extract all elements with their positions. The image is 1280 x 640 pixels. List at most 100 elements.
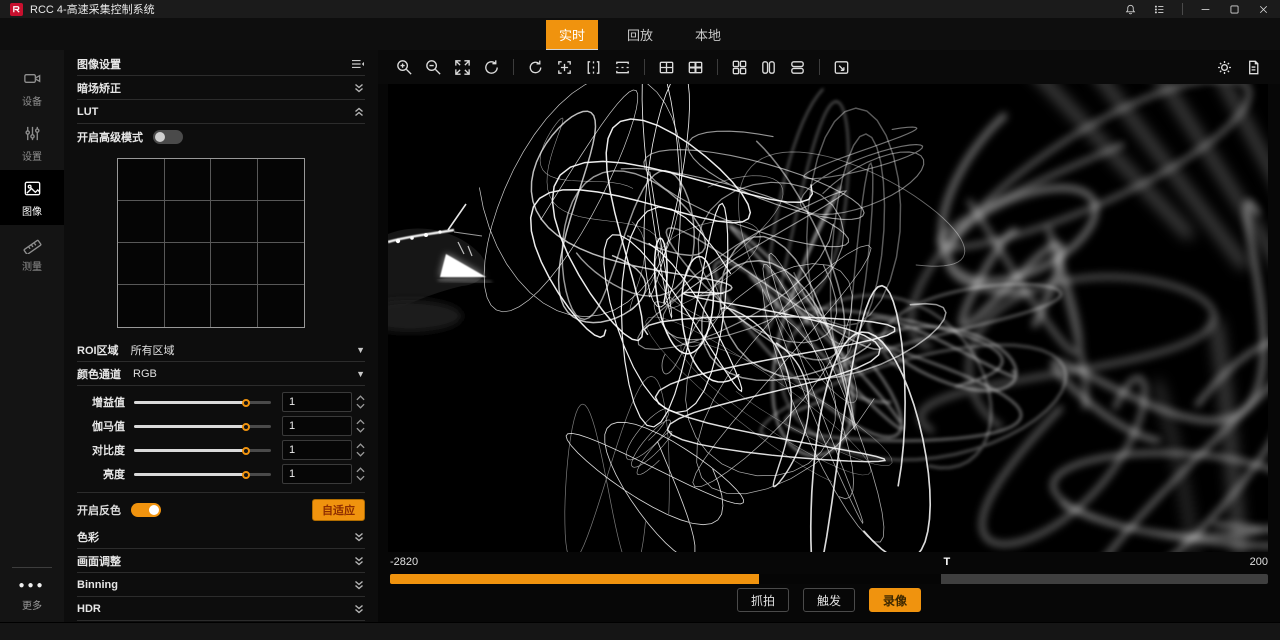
timeline-remainder bbox=[941, 574, 1269, 584]
menu-list-icon[interactable] bbox=[1153, 3, 1166, 16]
advanced-mode-toggle[interactable] bbox=[153, 130, 183, 144]
panel-header: 图像设置 bbox=[77, 52, 365, 76]
flip-horizontal-icon[interactable] bbox=[579, 54, 608, 80]
contrast-stepper[interactable] bbox=[356, 443, 365, 457]
section-lut[interactable]: LUT bbox=[77, 100, 365, 124]
sidebar-item-measure[interactable]: 测量 bbox=[0, 225, 64, 280]
tab-local[interactable]: 本地 bbox=[682, 20, 734, 49]
camera-icon bbox=[22, 68, 43, 89]
timeline-start-label: -2820 bbox=[390, 556, 418, 572]
tune-icon bbox=[22, 123, 43, 144]
chevron-double-up-icon bbox=[353, 106, 365, 118]
titlebar-separator bbox=[1182, 3, 1183, 15]
channel-select-row[interactable]: 颜色通道 RGB ▼ bbox=[77, 362, 365, 386]
image-settings-panel: 图像设置 暗场矫正 LUT 开启高级模式 ROI区域 所有区域 ▼ bbox=[64, 50, 378, 622]
zoom-out-icon[interactable] bbox=[419, 54, 448, 80]
grid-2x2-icon[interactable] bbox=[652, 54, 681, 80]
trigger-button[interactable]: 触发 bbox=[803, 588, 855, 612]
sidebar-divider bbox=[12, 567, 52, 568]
invert-toggle[interactable] bbox=[131, 503, 161, 517]
collapse-panel-icon[interactable] bbox=[351, 58, 365, 70]
tab-realtime[interactable]: 实时 bbox=[546, 20, 598, 49]
swap-view-icon[interactable] bbox=[827, 54, 856, 80]
gamma-slider-row: 伽马值 bbox=[77, 414, 365, 438]
sidebar-item-device[interactable]: 设备 bbox=[0, 60, 64, 115]
close-icon[interactable] bbox=[1257, 3, 1270, 16]
quad-view-icon[interactable] bbox=[725, 54, 754, 80]
gamma-input[interactable] bbox=[282, 416, 352, 436]
sidebar-rail: 设备 设置 图像 测量 ●●● 更多 bbox=[0, 50, 64, 622]
gain-input[interactable] bbox=[282, 392, 352, 412]
adaptive-button[interactable]: 自适应 bbox=[312, 499, 365, 521]
roi-select-value: 所有区域 bbox=[131, 342, 175, 358]
gain-slider[interactable] bbox=[134, 396, 271, 408]
app-window: RCC 4-高速采集控制系统 实时 回放 本地 设备 设置 图像 bbox=[0, 0, 1280, 640]
section-picture-adjust[interactable]: 画面调整 bbox=[77, 549, 365, 573]
gain-slider-row: 增益值 bbox=[77, 390, 365, 414]
main-view-area: -2820 T 200 抓拍 触发 录像 bbox=[378, 50, 1280, 622]
channel-select-value: RGB bbox=[133, 368, 157, 380]
contrast-input[interactable] bbox=[282, 440, 352, 460]
viewer-toolbar bbox=[378, 50, 1280, 84]
live-view-image bbox=[388, 84, 1268, 552]
brightness-slider-row: 亮度 bbox=[77, 462, 365, 486]
gamma-stepper[interactable] bbox=[356, 419, 365, 433]
bell-icon[interactable] bbox=[1124, 3, 1137, 16]
brightness-input[interactable] bbox=[282, 464, 352, 484]
roi-select-row[interactable]: ROI区域 所有区域 ▼ bbox=[77, 338, 365, 362]
file-info-icon[interactable] bbox=[1239, 54, 1268, 80]
gain-stepper[interactable] bbox=[356, 395, 365, 409]
zoom-in-icon[interactable] bbox=[390, 54, 419, 80]
center-target-icon[interactable] bbox=[550, 54, 579, 80]
ruler-icon bbox=[22, 233, 43, 254]
advanced-mode-row: 开启高级模式 bbox=[77, 124, 365, 150]
sidebar-item-image[interactable]: 图像 bbox=[0, 170, 64, 225]
invert-row: 开启反色 自适应 bbox=[77, 495, 365, 525]
settings-gear-icon[interactable] bbox=[1210, 54, 1239, 80]
maximize-icon[interactable] bbox=[1228, 3, 1241, 16]
panel-title: 图像设置 bbox=[77, 56, 121, 72]
live-view[interactable] bbox=[388, 84, 1268, 552]
chevron-double-down-icon bbox=[353, 82, 365, 94]
flip-vertical-icon[interactable] bbox=[608, 54, 637, 80]
section-color[interactable]: 色彩 bbox=[77, 525, 365, 549]
gamma-slider[interactable] bbox=[134, 420, 271, 432]
trigger-marker[interactable]: T bbox=[944, 556, 951, 568]
window-title: RCC 4-高速采集控制系统 bbox=[30, 1, 155, 17]
record-timeline: -2820 T 200 bbox=[378, 556, 1280, 584]
timeline-end-label: 200 bbox=[1250, 556, 1268, 572]
lut-curve-grid[interactable] bbox=[117, 158, 305, 328]
chevron-double-down-icon bbox=[353, 603, 365, 615]
split-horizontal-icon[interactable] bbox=[783, 54, 812, 80]
toolbar-separator bbox=[644, 59, 645, 75]
section-dark-field[interactable]: 暗场矫正 bbox=[77, 76, 365, 100]
chevron-double-down-icon bbox=[353, 555, 365, 567]
toolbar-separator bbox=[513, 59, 514, 75]
record-button[interactable]: 录像 bbox=[869, 588, 921, 612]
split-vertical-icon[interactable] bbox=[754, 54, 783, 80]
timeline-fill bbox=[390, 574, 759, 584]
rotate-icon[interactable] bbox=[521, 54, 550, 80]
reset-view-icon[interactable] bbox=[477, 54, 506, 80]
sidebar-item-settings[interactable]: 设置 bbox=[0, 115, 64, 170]
more-dots-icon: ●●● bbox=[0, 580, 64, 591]
status-strip bbox=[0, 622, 1280, 640]
chevron-down-icon: ▼ bbox=[356, 345, 365, 355]
section-hdr[interactable]: HDR bbox=[77, 597, 365, 621]
tab-playback[interactable]: 回放 bbox=[614, 20, 666, 49]
capture-controls: 抓拍 触发 录像 bbox=[378, 588, 1280, 612]
sidebar-more[interactable]: ●●● 更多 bbox=[0, 567, 64, 622]
brightness-stepper[interactable] bbox=[356, 467, 365, 481]
section-binning[interactable]: Binning bbox=[77, 573, 365, 597]
brightness-slider[interactable] bbox=[134, 468, 271, 480]
contrast-slider[interactable] bbox=[134, 444, 271, 456]
snapshot-button[interactable]: 抓拍 bbox=[737, 588, 789, 612]
toolbar-separator bbox=[819, 59, 820, 75]
fit-view-icon[interactable] bbox=[448, 54, 477, 80]
timeline-bar[interactable] bbox=[390, 574, 1268, 584]
grid-cross-icon[interactable] bbox=[681, 54, 710, 80]
image-icon bbox=[22, 178, 43, 199]
minimize-icon[interactable] bbox=[1199, 3, 1212, 16]
title-bar: RCC 4-高速采集控制系统 bbox=[0, 0, 1280, 18]
chevron-double-down-icon bbox=[353, 531, 365, 543]
